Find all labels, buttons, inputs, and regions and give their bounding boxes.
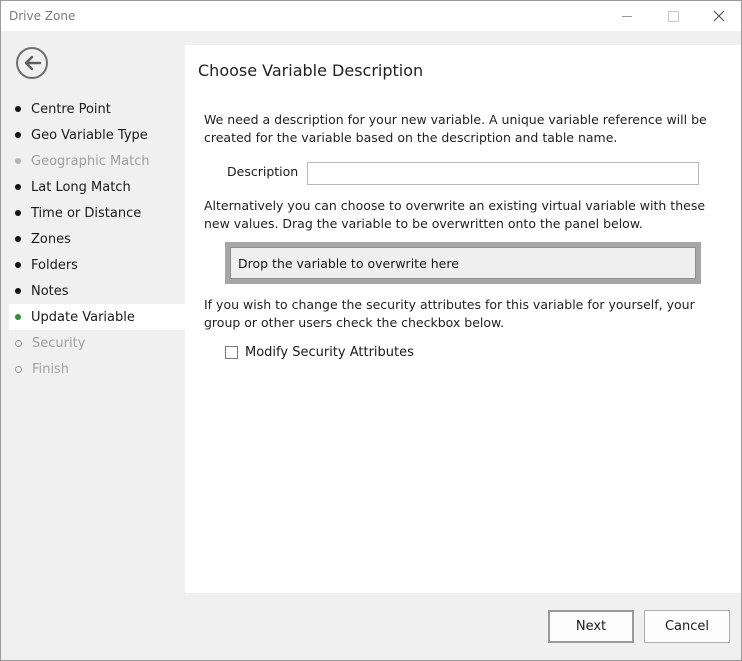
title-bar: Drive Zone [1, 1, 741, 31]
minimize-button[interactable] [604, 1, 650, 31]
wizard-steps-nav: Centre Point Geo Variable Type Geographi… [9, 96, 185, 382]
back-button[interactable] [16, 47, 48, 79]
close-icon [713, 10, 725, 22]
window-title: Drive Zone [9, 9, 76, 23]
nav-item-geographic-match: Geographic Match [9, 148, 185, 174]
nav-item-geo-variable-type[interactable]: Geo Variable Type [9, 122, 185, 148]
security-text: If you wish to change the security attri… [204, 297, 695, 330]
cancel-button[interactable]: Cancel [644, 610, 730, 643]
step-bullet-icon [15, 236, 21, 242]
minimize-icon [622, 15, 632, 17]
step-bullet-icon [15, 210, 21, 216]
step-bullet-icon [15, 262, 21, 268]
arrow-left-icon [24, 55, 41, 71]
page-title: Choose Variable Description [198, 61, 424, 80]
nav-item-label: Lat Long Match [31, 179, 131, 195]
nav-item-label: Notes [31, 283, 69, 299]
step-bullet-icon [15, 132, 21, 138]
nav-item-time-or-distance[interactable]: Time or Distance [9, 200, 185, 226]
nav-item-label: Finish [32, 361, 70, 377]
nav-item-label: Update Variable [31, 309, 135, 325]
nav-item-label: Folders [31, 257, 78, 273]
nav-item-update-variable[interactable]: Update Variable [9, 304, 185, 330]
step-ring-icon [15, 365, 22, 373]
step-bullet-icon [15, 106, 21, 112]
wizard-window: Drive Zone Centre Point Geo Variable Typ… [0, 0, 742, 661]
modify-security-label: Modify Security Attributes [245, 345, 414, 360]
checkbox-icon[interactable] [225, 346, 238, 359]
nav-item-notes[interactable]: Notes [9, 278, 185, 304]
drop-zone[interactable]: Drop the variable to overwrite here [225, 242, 701, 284]
nav-item-label: Time or Distance [31, 205, 142, 221]
description-label: Description [227, 164, 299, 179]
next-button[interactable]: Next [548, 610, 634, 643]
maximize-button[interactable] [650, 1, 696, 31]
nav-item-folders[interactable]: Folders [9, 252, 185, 278]
nav-item-centre-point[interactable]: Centre Point [9, 96, 185, 122]
drop-zone-label: Drop the variable to overwrite here [230, 247, 696, 279]
maximize-icon [667, 10, 679, 22]
step-bullet-icon [15, 314, 21, 320]
intro-text: We need a description for your new varia… [204, 112, 707, 145]
nav-item-label: Centre Point [31, 101, 111, 117]
step-bullet-icon [15, 288, 21, 294]
nav-item-lat-long-match[interactable]: Lat Long Match [9, 174, 185, 200]
step-bullet-icon [15, 158, 21, 164]
nav-item-zones[interactable]: Zones [9, 226, 185, 252]
nav-item-label: Geo Variable Type [31, 127, 148, 143]
close-button[interactable] [696, 1, 742, 31]
modify-security-checkbox[interactable]: Modify Security Attributes [225, 345, 414, 360]
nav-item-label: Geographic Match [31, 153, 150, 169]
step-bullet-icon [15, 184, 21, 190]
overwrite-text: Alternatively you can choose to overwrit… [204, 198, 706, 231]
nav-item-label: Zones [31, 231, 71, 247]
nav-item-security: Security [9, 330, 185, 356]
description-input[interactable] [307, 162, 699, 185]
step-ring-icon [15, 339, 22, 347]
content-panel: Choose Variable Description We need a de… [185, 45, 741, 593]
nav-item-finish: Finish [9, 356, 185, 382]
nav-item-label: Security [32, 335, 86, 351]
